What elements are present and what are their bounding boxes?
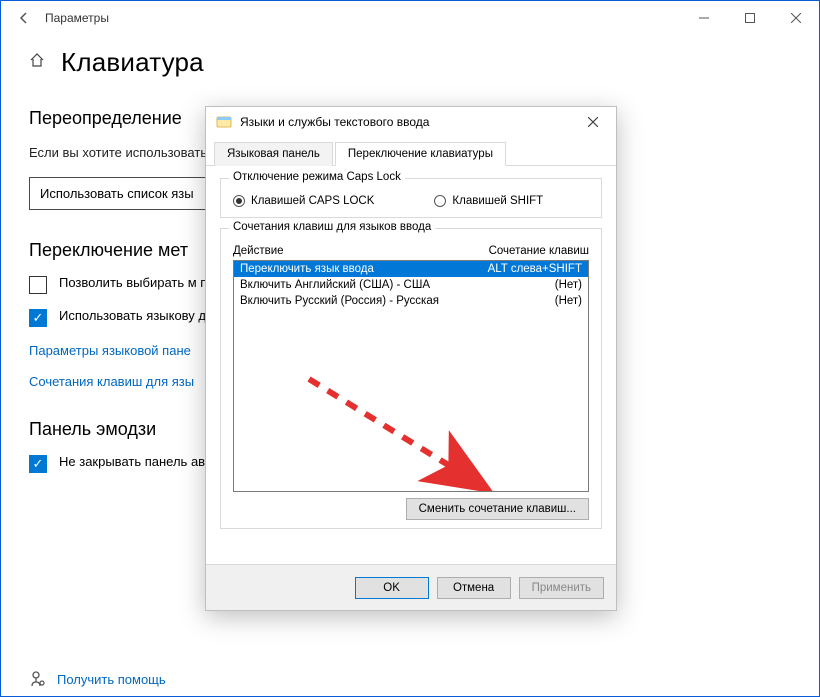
help-icon: [29, 670, 47, 688]
window-title: Параметры: [45, 11, 109, 25]
tab-language-bar[interactable]: Языковая панель: [214, 142, 333, 166]
dialog-content: Отключение режима Caps Lock Клавишей CAP…: [206, 166, 616, 551]
change-hotkey-button[interactable]: Сменить сочетание клавиш...: [406, 498, 589, 520]
col-action: Действие: [233, 245, 284, 257]
row-combo: ALT слева+SHIFT: [488, 263, 582, 275]
text-services-dialog: Языки и службы текстового ввода Языковая…: [205, 106, 617, 611]
help-link-label: Получить помощь: [57, 672, 166, 687]
dialog-footer: OK Отмена Применить: [206, 564, 616, 610]
page-title: Клавиатура: [61, 47, 204, 78]
hotkeys-legend: Сочетания клавиш для языков ввода: [229, 221, 435, 233]
hotkeys-list[interactable]: Переключить язык ввода ALT слева+SHIFT В…: [233, 260, 589, 492]
help-link[interactable]: Получить помощь: [29, 670, 166, 688]
row-combo: (Нет): [555, 279, 582, 291]
dialog-icon: [216, 114, 232, 130]
apply-button[interactable]: Применить: [519, 577, 604, 599]
dialog-title: Языки и службы текстового ввода: [240, 115, 429, 129]
radio-capslock-indicator: [233, 195, 245, 207]
radio-shift[interactable]: Клавишей SHIFT: [434, 195, 543, 207]
annotation-arrow: [299, 369, 519, 492]
radio-shift-label: Клавишей SHIFT: [452, 195, 543, 207]
cancel-button[interactable]: Отмена: [437, 577, 511, 599]
close-button[interactable]: [773, 1, 819, 35]
radio-shift-indicator: [434, 195, 446, 207]
home-icon[interactable]: [29, 52, 45, 73]
list-row[interactable]: Переключить язык ввода ALT слева+SHIFT: [234, 261, 588, 277]
row-combo: (Нет): [555, 295, 582, 307]
hotkeys-groupbox: Сочетания клавиш для языков ввода Действ…: [220, 228, 602, 529]
back-button[interactable]: [7, 1, 41, 35]
radio-capslock[interactable]: Клавишей CAPS LOCK: [233, 195, 374, 207]
dialog-titlebar: Языки и службы текстового ввода: [206, 107, 616, 137]
dialog-close-button[interactable]: [578, 110, 608, 134]
capslock-groupbox: Отключение режима Caps Lock Клавишей CAP…: [220, 178, 602, 218]
col-combo: Сочетание клавиш: [489, 245, 589, 257]
list-row[interactable]: Включить Английский (США) - США (Нет): [234, 277, 588, 293]
list-row[interactable]: Включить Русский (Россия) - Русская (Нет…: [234, 293, 588, 309]
settings-titlebar: Параметры: [1, 1, 819, 35]
minimize-button[interactable]: [681, 1, 727, 35]
tab-keyboard-switch[interactable]: Переключение клавиатуры: [335, 142, 506, 166]
maximize-button[interactable]: [727, 1, 773, 35]
checkbox-per-app[interactable]: [29, 276, 47, 294]
row-action: Включить Английский (США) - США: [240, 279, 430, 291]
capslock-legend: Отключение режима Caps Lock: [229, 171, 405, 183]
radio-capslock-label: Клавишей CAPS LOCK: [251, 195, 374, 207]
checkbox-lang-bar[interactable]: ✓: [29, 309, 47, 327]
dropdown-label: Использовать список язы: [40, 186, 194, 201]
row-action: Переключить язык ввода: [240, 263, 374, 275]
checkbox-emoji[interactable]: ✓: [29, 455, 47, 473]
dialog-tabs: Языковая панель Переключение клавиатуры: [206, 137, 616, 166]
ok-button[interactable]: OK: [355, 577, 429, 599]
row-action: Включить Русский (Россия) - Русская: [240, 295, 439, 307]
